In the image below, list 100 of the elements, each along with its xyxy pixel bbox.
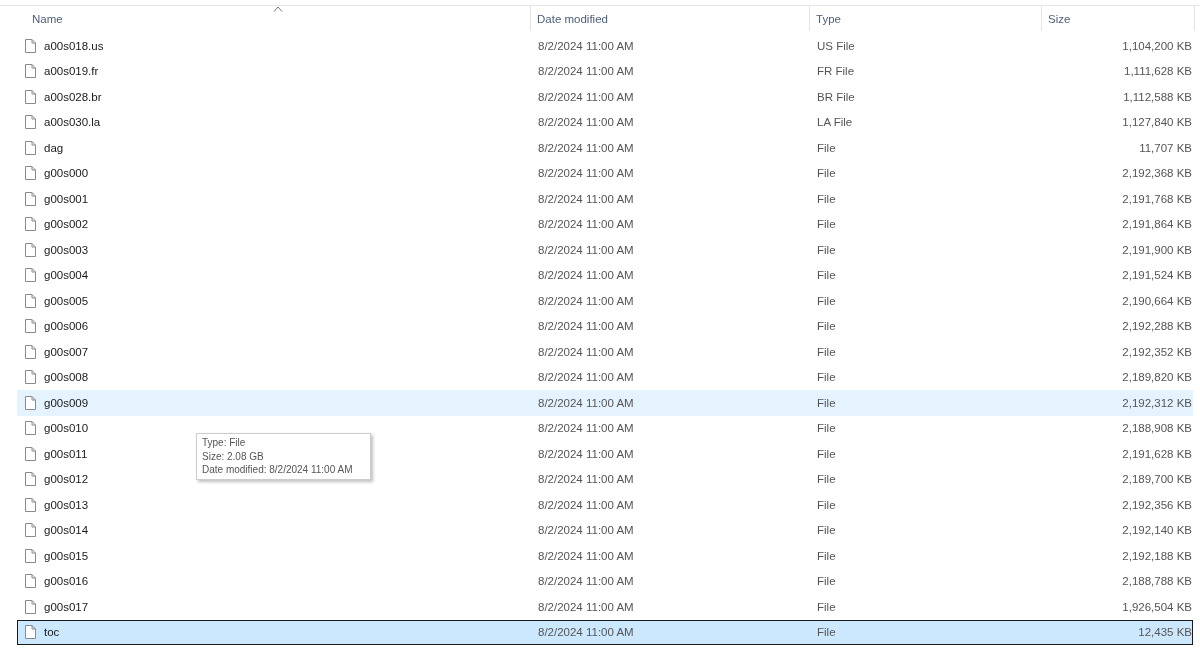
file-type: File [817,549,836,562]
file-name: dag [44,141,64,154]
date-modified: 8/2/2024 11:00 AM [538,269,634,282]
file-type: File [817,243,836,256]
file-icon [25,548,36,563]
file-size: 2,192,356 KB [1122,498,1192,511]
file-icon [25,472,36,487]
file-icon [25,370,36,385]
file-icon [25,64,36,79]
file-type: File [817,575,836,588]
file-icon [25,599,36,614]
column-header[interactable]: Type [810,6,1042,31]
sort-ascending-icon [273,6,283,12]
date-modified: 8/2/2024 11:00 AM [538,294,634,307]
file-name: g00s012 [44,473,89,486]
file-size: 1,127,840 KB [1122,116,1192,129]
file-icon [25,166,36,181]
date-modified: 8/2/2024 11:00 AM [538,524,634,537]
file-size: 2,191,864 KB [1122,218,1192,231]
date-modified: 8/2/2024 11:00 AM [538,167,634,180]
file-type: LA File [817,116,853,129]
file-type: File [817,473,836,486]
file-icon [25,217,36,232]
file-row[interactable]: toc 8/2/2024 11:00 AM File 12,435 KB [17,619,1193,645]
date-modified: 8/2/2024 11:00 AM [538,65,634,78]
file-type: File [817,167,836,180]
file-type: File [817,626,836,639]
file-row[interactable]: g00s009 8/2/2024 11:00 AM File 2,192,312 KB [17,390,1193,416]
file-size: 2,189,820 KB [1122,371,1192,384]
file-type: File [817,294,836,307]
file-icon [25,497,36,512]
file-size: 2,189,700 KB [1122,473,1192,486]
date-modified: 8/2/2024 11:00 AM [538,600,634,613]
date-modified: 8/2/2024 11:00 AM [538,116,634,129]
file-type: BR File [817,90,855,103]
file-icon [25,523,36,538]
date-modified: 8/2/2024 11:00 AM [538,218,634,231]
file-type: File [817,422,836,435]
file-name: g00s013 [44,498,89,511]
file-size: 2,188,788 KB [1122,575,1192,588]
date-modified: 8/2/2024 11:00 AM [538,243,634,256]
file-name: g00s009 [44,396,89,409]
file-type: File [817,396,836,409]
date-modified: 8/2/2024 11:00 AM [538,626,634,639]
file-size: 2,192,188 KB [1122,549,1192,562]
date-modified: 8/2/2024 11:00 AM [538,473,634,486]
date-modified: 8/2/2024 11:00 AM [538,141,634,154]
file-size: 2,192,368 KB [1122,167,1192,180]
column-header[interactable]: Size [1042,6,1195,31]
file-size: 2,192,140 KB [1122,524,1192,537]
file-size: 2,191,768 KB [1122,192,1192,205]
file-name: g00s008 [44,371,89,384]
file-icon [25,89,36,104]
file-size: 1,926,504 KB [1122,600,1192,613]
file-size: 2,192,288 KB [1122,320,1192,333]
file-type: File [817,192,836,205]
file-icon [25,268,36,283]
file-name: g00s004 [44,269,89,282]
file-size: 12,435 KB [1138,626,1192,639]
file-type: FR File [817,65,855,78]
file-name: g00s002 [44,218,89,231]
file-size: 2,192,352 KB [1122,345,1192,358]
file-size: 2,191,900 KB [1122,243,1192,256]
file-size: 1,112,588 KB [1123,90,1192,103]
file-size: 11,707 KB [1139,141,1192,154]
file-size: 2,191,628 KB [1122,447,1192,460]
file-type: File [817,600,836,613]
date-modified: 8/2/2024 11:00 AM [538,447,634,460]
file-icon [25,191,36,206]
file-icon [25,293,36,308]
file-icon [25,421,36,436]
file-name: g00s011 [44,447,88,460]
file-name: g00s005 [44,294,89,307]
file-type: File [817,345,836,358]
date-modified: 8/2/2024 11:00 AM [538,498,634,511]
file-size: 2,190,664 KB [1122,294,1192,307]
tooltip: Type: File Size: 2.08 GB Date modified: 8/2/2024 11:00 AM [196,433,371,480]
file-type: File [817,524,836,537]
file-icon [25,574,36,589]
column-header[interactable]: Date modified [531,6,810,31]
file-icon [25,140,36,155]
file-icon [25,344,36,359]
file-size: 1,111,628 KB [1124,65,1192,78]
date-modified: 8/2/2024 11:00 AM [538,192,634,205]
file-size: 2,188,908 KB [1122,422,1192,435]
file-name: a00s030.la [44,116,101,129]
file-name: g00s015 [44,549,89,562]
column-header[interactable]: Name [0,6,531,31]
file-name: g00s003 [44,243,89,256]
file-icon [25,115,36,130]
file-type: File [817,447,836,460]
file-type: File [817,218,836,231]
file-icon [25,625,36,640]
file-name: g00s001 [44,192,89,205]
date-modified: 8/2/2024 11:00 AM [538,90,634,103]
file-name: toc [44,626,60,639]
file-icon [25,242,36,257]
date-modified: 8/2/2024 11:00 AM [538,396,634,409]
file-name: g00s000 [44,167,89,180]
date-modified: 8/2/2024 11:00 AM [538,549,634,562]
